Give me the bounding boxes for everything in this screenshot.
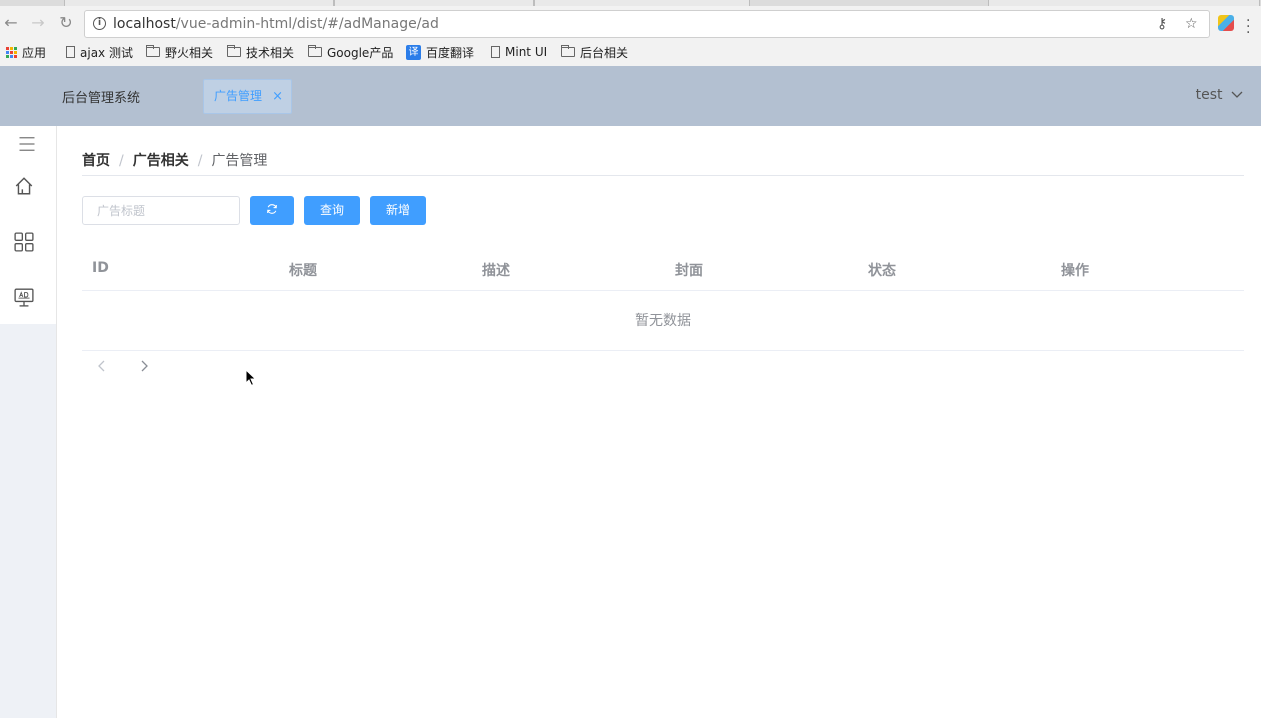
bookmark-mint-ui[interactable]: Mint UI — [491, 44, 547, 60]
app-header: 后台管理系统 广告管理 × test — [0, 66, 1261, 126]
url-host: localhost — [113, 16, 176, 32]
breadcrumb-section[interactable]: 广告相关 — [133, 153, 189, 169]
page-icon — [66, 46, 75, 58]
next-page-chevron-icon[interactable] — [138, 356, 150, 376]
bookmark-label: Mint UI — [505, 45, 548, 59]
key-icon[interactable]: ⚷ — [1157, 16, 1167, 32]
bookmark-folder-google[interactable]: Google产品 — [308, 44, 393, 60]
breadcrumb-home[interactable]: 首页 — [82, 153, 110, 169]
baidu-translate-icon: 译 — [406, 44, 421, 60]
refresh-icon — [267, 204, 277, 214]
prev-page-chevron-icon[interactable] — [96, 356, 108, 376]
bookmark-folder-yehuo[interactable]: 野火相关 — [146, 44, 213, 60]
column-header-description[interactable]: 描述 — [482, 260, 510, 280]
user-dropdown[interactable]: test — [1196, 87, 1243, 103]
table-header: ID 标题 描述 封面 状态 操作 — [82, 246, 1244, 291]
bookmark-label: 野火相关 — [165, 45, 214, 60]
folder-icon — [308, 45, 322, 57]
browser-tab[interactable] — [64, 0, 334, 6]
address-url[interactable]: localhost/vue-admin-html/dist/#/adManage… — [113, 16, 439, 32]
browser-tab-strip — [0, 0, 1261, 6]
ad-board-icon[interactable] — [14, 287, 34, 307]
refresh-button[interactable] — [250, 196, 294, 225]
browser-chrome: ← → ↻ i localhost/vue-admin-html/dist/#/… — [0, 0, 1261, 66]
bookmark-apps[interactable]: 应用 — [6, 44, 46, 60]
address-bar[interactable]: i localhost/vue-admin-html/dist/#/adMana… — [84, 10, 1210, 38]
collapse-menu-icon[interactable] — [17, 134, 37, 154]
bookmark-label: Google产品 — [327, 45, 394, 60]
apps-grid-icon — [6, 46, 17, 58]
empty-table-message: 暂无数据 — [82, 291, 1244, 351]
column-header-id[interactable]: ID — [92, 260, 109, 276]
brand-title: 后台管理系统 — [62, 91, 141, 106]
folder-icon — [561, 45, 575, 57]
site-info-icon[interactable]: i — [93, 17, 106, 30]
breadcrumb: 首页 / 广告相关 / 广告管理 — [82, 150, 267, 170]
tab-label: 广告管理 — [214, 89, 263, 103]
bookmark-baidu-translate[interactable]: 译 百度翻译 — [406, 44, 474, 60]
folder-icon — [227, 45, 241, 57]
bookmark-label: 应用 — [22, 45, 47, 60]
bookmark-folder-admin[interactable]: 后台相关 — [561, 44, 628, 60]
bookmark-label: 后台相关 — [580, 45, 629, 60]
mouse-cursor-icon — [245, 369, 257, 387]
browser-tab[interactable] — [988, 0, 1260, 6]
tab-ad-management[interactable]: 广告管理 × — [203, 79, 292, 114]
breadcrumb-separator: / — [197, 153, 203, 169]
bookmark-ajax[interactable]: ajax 测试 — [66, 44, 133, 60]
breadcrumb-current: 广告管理 — [211, 153, 268, 169]
forward-arrow-icon[interactable]: → — [29, 14, 47, 32]
bookmark-label: 百度翻译 — [426, 45, 475, 60]
bookmark-label: ajax 测试 — [80, 45, 133, 60]
breadcrumb-separator: / — [119, 153, 124, 169]
extension-icon[interactable] — [1218, 15, 1234, 31]
close-icon[interactable]: × — [272, 80, 283, 113]
home-icon[interactable] — [14, 176, 34, 196]
address-row: ← → ↻ i localhost/vue-admin-html/dist/#/… — [0, 8, 1261, 40]
column-header-cover[interactable]: 封面 — [675, 260, 703, 280]
browser-tab[interactable] — [334, 0, 534, 6]
sidebar-menu — [0, 126, 56, 324]
sidebar — [0, 126, 57, 718]
bookmark-star-icon[interactable]: ☆ — [1185, 16, 1198, 32]
browser-tab[interactable] — [534, 0, 750, 6]
divider — [82, 175, 1244, 176]
page-icon — [491, 46, 500, 58]
bookmarks-bar: 应用 ajax 测试 野火相关 技术相关 Google产品 译 百度翻译 Min… — [0, 40, 1261, 64]
folder-icon — [146, 45, 160, 57]
url-path: /vue-admin-html/dist/#/adManage/ad — [175, 16, 439, 32]
bookmark-label: 技术相关 — [246, 45, 295, 60]
main-content: 首页 / 广告相关 / 广告管理 查询 新增 ID 标题 描述 封面 状态 操作 暂无数… — [57, 126, 1261, 718]
bookmark-folder-tech[interactable]: 技术相关 — [227, 44, 294, 60]
add-button[interactable]: 新增 — [370, 196, 426, 225]
ad-title-search-input[interactable] — [82, 196, 240, 225]
reload-icon[interactable]: ↻ — [57, 14, 75, 32]
column-header-status[interactable]: 状态 — [868, 260, 896, 280]
query-button[interactable]: 查询 — [304, 196, 360, 225]
grid-menu-icon[interactable] — [14, 232, 34, 252]
browser-menu-icon[interactable]: · · · — [1246, 14, 1250, 40]
username: test — [1195, 87, 1223, 103]
column-header-title[interactable]: 标题 — [289, 260, 317, 280]
chevron-down-icon — [1231, 91, 1243, 98]
column-header-actions[interactable]: 操作 — [1061, 260, 1089, 280]
back-arrow-icon[interactable]: ← — [2, 14, 20, 32]
